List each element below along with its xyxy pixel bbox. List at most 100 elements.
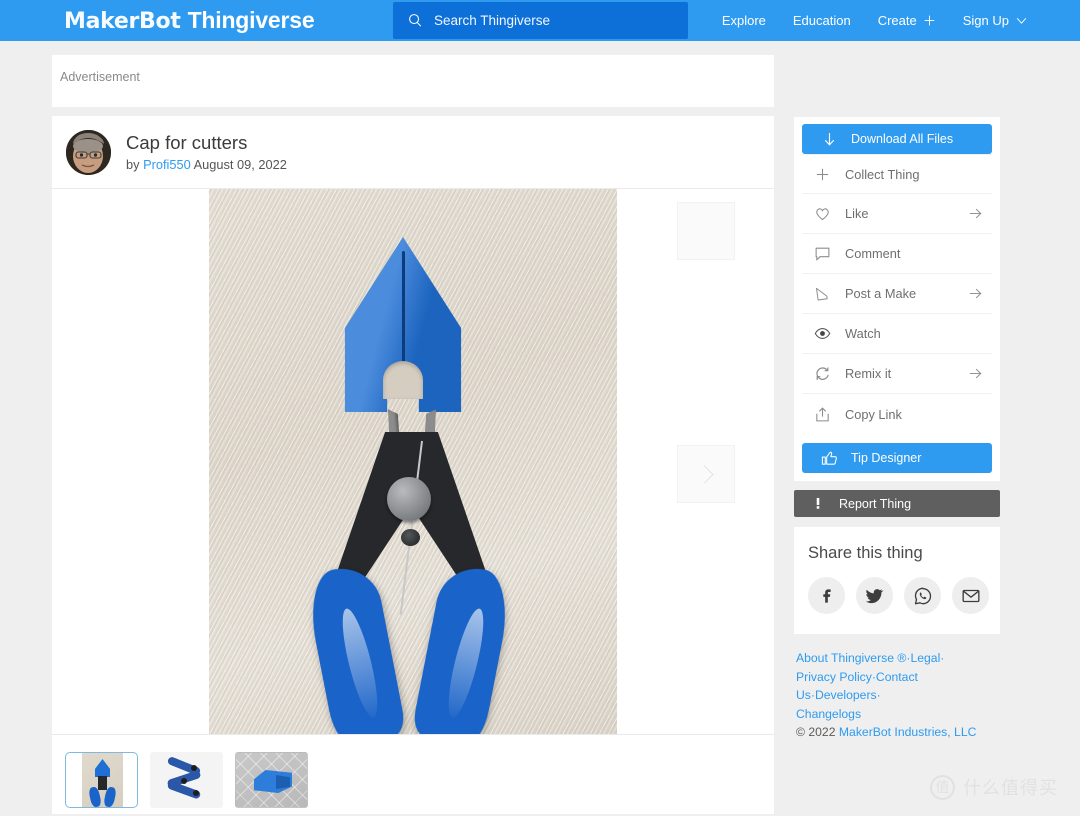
watermark-text: 什么值得买 (963, 778, 1058, 799)
collect-thing-row[interactable]: Collect Thing (802, 154, 992, 194)
tip-designer-button[interactable]: Tip Designer (802, 443, 992, 473)
plus-icon (924, 15, 935, 26)
nav-create[interactable]: Create (878, 13, 936, 28)
watch-row[interactable]: Watch (802, 314, 992, 354)
header-nav: Explore Education Create Sign Up (722, 13, 1028, 28)
report-thing-button[interactable]: Report Thing (794, 490, 1000, 517)
image-viewer[interactable] (52, 189, 774, 734)
thing-main-photo[interactable] (209, 189, 617, 734)
remix-it-label: Remix it (845, 366, 892, 381)
arrow-right-icon (969, 368, 982, 379)
post-a-make-label: Post a Make (845, 286, 917, 301)
copyright-year: 2022 (808, 725, 836, 740)
chevron-right-icon (695, 464, 714, 484)
eye-icon (814, 328, 831, 339)
printed-cap-slit (402, 251, 405, 379)
advertisement-card: Advertisement (52, 55, 774, 107)
email-icon (961, 589, 979, 602)
thing-header: Cap for cutters by Profi550 August 09, 2… (52, 116, 774, 189)
footer-link-privacy-policy[interactable]: Privacy Policy (796, 670, 872, 684)
remix-it-row[interactable]: Remix it (802, 354, 992, 394)
whatsapp-icon (914, 587, 931, 604)
logo-makerbot-text: MakerBot (64, 9, 181, 34)
thumbnail-cap-3d-render[interactable] (235, 752, 308, 808)
share-facebook-button[interactable] (808, 577, 845, 614)
heart-icon (816, 208, 829, 221)
footer-separator: · (940, 651, 945, 665)
nav-create-label: Create (877, 13, 917, 28)
plus-icon (816, 168, 829, 180)
author-link[interactable]: Profi550 (143, 157, 191, 172)
thing-title-block: Cap for cutters by Profi550 August 09, 2… (126, 132, 287, 173)
footer-link-legal[interactable]: Legal (910, 651, 940, 665)
thumbnail-strip (52, 734, 774, 808)
nav-explore-label: Explore (721, 13, 766, 28)
search-input[interactable] (434, 13, 674, 28)
report-thing-label: Report Thing (839, 496, 912, 511)
comment-label: Comment (845, 246, 901, 261)
copyright-symbol: © (796, 725, 805, 740)
download-arrow-icon (824, 132, 835, 146)
share-email-button[interactable] (952, 577, 989, 614)
copy-link-row[interactable]: Copy Link (802, 394, 992, 434)
copy-link-label: Copy Link (845, 406, 902, 422)
footer-link-developers[interactable]: Developers (815, 688, 877, 702)
collect-thing-label: Collect Thing (845, 166, 920, 182)
arrow-right-icon (969, 288, 982, 299)
nav-sign-up-label: Sign Up (962, 13, 1009, 28)
tip-designer-label: Tip Designer (851, 451, 922, 465)
thumbnail-2-dot-a (191, 765, 197, 771)
footer-links: About Thingiverse ®·Legal· Privacy Polic… (794, 649, 1000, 742)
watermark-logo-icon: 值 (930, 774, 955, 800)
share-twitter-button[interactable] (856, 577, 893, 614)
thing-card: Cap for cutters by Profi550 August 09, 2… (52, 116, 774, 814)
share-card: Share this thing (794, 527, 1000, 634)
watermark: 值 什么值得买 (930, 774, 1058, 800)
sidebar: Download All Files Collect Thing Like Co… (794, 41, 1000, 814)
action-card: Download All Files Collect Thing Like Co… (794, 117, 1000, 481)
search-icon (409, 14, 421, 27)
comment-icon (815, 247, 830, 261)
chevron-down-icon (1016, 18, 1027, 24)
thumbnail-two-cutters-photo[interactable] (150, 752, 223, 808)
advertisement-label: Advertisement (60, 70, 140, 84)
post-a-make-row[interactable]: Post a Make (802, 274, 992, 314)
share-buttons (808, 577, 1000, 614)
nav-sign-up[interactable]: Sign Up (963, 13, 1028, 28)
thumbnail-cap-on-cutters-photo[interactable] (65, 752, 138, 808)
pencil-icon (816, 287, 828, 301)
cutter-rivet (401, 529, 420, 546)
nav-education[interactable]: Education (793, 13, 851, 28)
footer-link-changelogs[interactable]: Changelogs (796, 707, 861, 721)
nav-explore[interactable]: Explore (722, 13, 766, 28)
viewer-overlay-box-top (677, 202, 735, 260)
arrow-right-icon (969, 208, 982, 219)
like-label: Like (845, 206, 869, 221)
share-whatsapp-button[interactable] (904, 577, 941, 614)
facebook-icon (823, 589, 831, 603)
twitter-icon (865, 589, 884, 604)
site-logo[interactable]: MakerBot Thingiverse (64, 7, 315, 34)
main-column: Advertisement Cap for cutters by Profi55… (52, 41, 774, 814)
avatar[interactable] (66, 130, 111, 175)
comment-row[interactable]: Comment (802, 234, 992, 274)
thumbnail-1-body (98, 776, 107, 790)
nav-education-label: Education (792, 13, 851, 28)
footer-link-about[interactable]: About Thingiverse ® (796, 651, 906, 665)
footer-link-makerbot-industries[interactable]: MakerBot Industries, LLC (839, 725, 977, 739)
cutter-pivot (387, 477, 431, 521)
viewer-next-image-button[interactable] (677, 445, 735, 503)
thumbs-up-icon (821, 451, 837, 465)
remix-icon (816, 367, 829, 380)
thumbnail-3-model-face (276, 775, 290, 789)
watch-label: Watch (845, 326, 881, 341)
thing-byline: by Profi550 August 09, 2022 (126, 157, 287, 173)
avatar-photo (66, 130, 111, 175)
download-all-files-button[interactable]: Download All Files (802, 124, 992, 154)
by-prefix: by (126, 157, 140, 173)
footer-separator: · (876, 688, 881, 703)
thumbnail-2-dot-c (193, 790, 199, 796)
page-body: Advertisement Cap for cutters by Profi55… (0, 41, 1080, 814)
search-box[interactable] (393, 2, 688, 39)
like-row[interactable]: Like (802, 194, 992, 234)
